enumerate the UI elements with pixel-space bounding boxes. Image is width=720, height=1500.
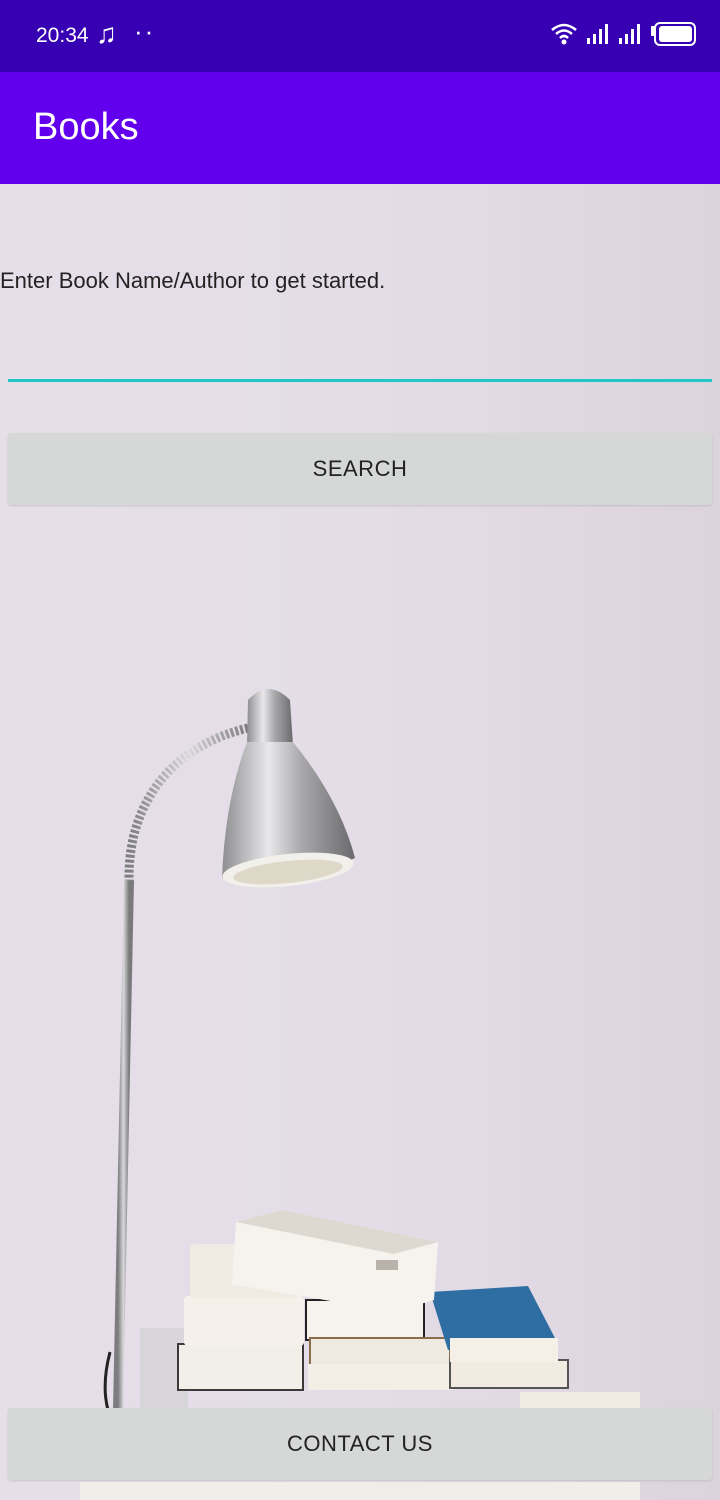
search-button[interactable]: SEARCH — [8, 433, 712, 505]
status-icons — [550, 22, 696, 46]
search-input[interactable] — [8, 330, 712, 382]
app-bar: Books — [0, 72, 720, 184]
battery-icon — [651, 22, 696, 46]
signal-icon — [619, 24, 640, 44]
contact-us-button[interactable]: CONTACT US — [8, 1408, 712, 1480]
status-time: 20:34 — [36, 24, 89, 47]
search-prompt-label: Enter Book Name/Author to get started. — [0, 268, 386, 293]
status-bar: 20:34 ♫ ·· — [0, 0, 720, 72]
notification-dots: ·· — [134, 16, 156, 46]
music-icon: ♫ — [96, 18, 117, 49]
page-title: Books — [33, 106, 139, 148]
signal-icon — [587, 24, 608, 44]
wifi-icon — [551, 23, 577, 45]
